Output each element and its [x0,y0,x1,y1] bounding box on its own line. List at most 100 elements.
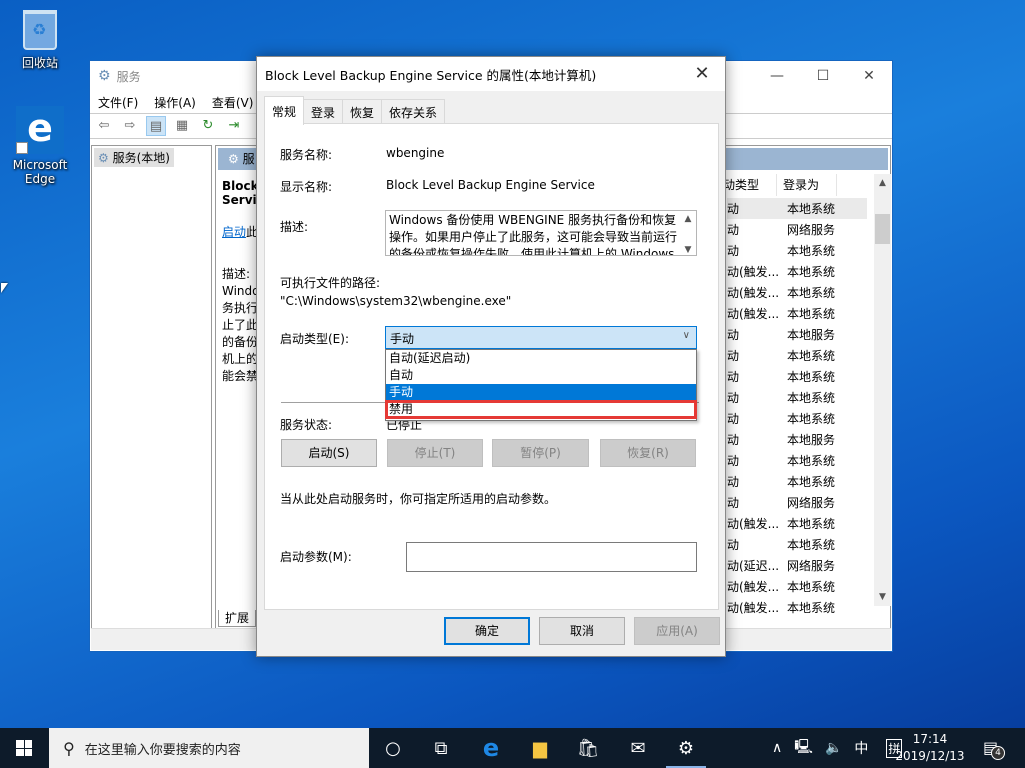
service-row[interactable]: 动 本地系统 [727,387,867,408]
row-logon-as: 本地系统 [787,307,836,321]
pause-button[interactable]: 暂停(P) [492,439,589,467]
desktop-icon-recycle-bin[interactable]: 回收站 [5,10,75,71]
row-startup-type: 动 [727,244,740,258]
option-auto-delayed[interactable]: 自动(延迟启动) [386,350,696,367]
scroll-up-icon[interactable]: ▲ [680,211,696,228]
list-scrollbar[interactable]: ▲ ▼ [874,174,891,606]
service-row[interactable]: 动 本地系统 [727,240,867,261]
pane-desc-label: 描述: [222,267,251,281]
scroll-up-icon[interactable]: ▲ [874,178,891,188]
service-row[interactable]: 动(触发... 本地系统 [727,261,867,282]
service-row[interactable]: 动(延迟... 网络服务 [727,555,867,576]
console-tree: ⚙ 服务(本地) [91,145,212,629]
scroll-down-icon[interactable]: ▼ [680,242,696,255]
row-logon-as: 网络服务 [787,496,836,510]
service-row[interactable]: 动 本地系统 [727,534,867,555]
service-row[interactable]: 动(触发... 本地系统 [727,513,867,534]
network-icon[interactable]: 🖳 [794,736,813,760]
stop-button[interactable]: 停止(T) [387,439,483,467]
option-disabled[interactable]: 禁用 [385,400,697,419]
dialog-close-button[interactable]: ✕ [685,59,719,89]
mail-icon[interactable]: ✉ [614,728,662,768]
task-view-icon[interactable]: ⧉ [417,728,465,768]
service-row[interactable]: 动 本地系统 [727,471,867,492]
row-logon-as: 本地系统 [787,202,836,216]
chevron-down-icon: ∨ [682,330,690,341]
display-name-label: 显示名称: [280,180,333,194]
pane-desc-line: 机上的 [222,352,259,366]
start-button[interactable]: 启动(S) [281,439,377,467]
apply-button[interactable]: 应用(A) [634,617,720,645]
service-name-label: 服务名称: [280,148,333,162]
refresh-icon[interactable]: ↻ [198,116,218,136]
service-row[interactable]: 动(触发... 本地系统 [727,282,867,303]
clock[interactable]: 17:14 2019/12/13 [895,731,965,765]
maximize-button[interactable]: ☐ [800,61,846,91]
menu-action[interactable]: 操作(A) [154,94,196,111]
edge-taskbar-icon[interactable]: e [467,728,515,768]
export-list-icon[interactable]: ⇥ [224,116,244,136]
store-icon[interactable]: 🛍 [564,728,612,768]
tab-general[interactable]: 常规 [264,96,305,125]
start-params-hint: 当从此处启动服务时，你可指定所适用的启动参数。 [280,492,557,506]
scroll-thumb[interactable] [875,214,890,244]
description-textbox[interactable]: Windows 备份使用 WBENGINE 服务执行备份和恢复操作。如果用户停止… [385,210,697,256]
menu-file[interactable]: 文件(F) [98,94,138,111]
service-name-value: wbengine [386,146,445,160]
tab-logon[interactable]: 登录 [303,99,344,125]
volume-icon[interactable]: 🔈 [825,740,842,756]
close-button[interactable]: ✕ [846,61,892,91]
show-hide-console-tree-icon[interactable]: ▤ [146,116,166,136]
services-taskbar-icon[interactable]: ⚙ [662,728,710,768]
option-manual[interactable]: 手动 [386,384,696,401]
file-explorer-icon[interactable]: ▆ [516,728,564,768]
action-center-icon[interactable]: ▤ 4 [983,738,1005,760]
service-row[interactable]: 动(触发... 本地系统 [727,597,867,618]
start-params-input[interactable] [406,542,697,572]
properties-dialog: Block Level Backup Engine Service 的属性(本地… [256,56,726,657]
minimize-button[interactable]: — [754,61,800,91]
desktop-icon-edge[interactable]: e Microsoft Edge [5,106,75,186]
scroll-down-icon[interactable]: ▼ [874,592,891,602]
row-startup-type: 动 [727,349,740,363]
clock-date: 2019/12/13 [895,749,965,763]
taskbar-search[interactable]: ⚲ 在这里输入你要搜索的内容 [49,728,369,768]
tab-extended[interactable]: 扩展 [218,610,257,627]
row-logon-as: 本地系统 [787,517,836,531]
ok-button[interactable]: 确定 [444,617,530,645]
description-scrollbar[interactable]: ▲ ▼ [680,211,696,255]
back-arrow-icon[interactable]: ⇦ [94,116,114,136]
properties-icon[interactable]: ▦ [172,116,192,136]
service-row[interactable]: 动 本地系统 [727,450,867,471]
option-auto[interactable]: 自动 [386,367,696,384]
service-row[interactable]: 动 本地系统 [727,198,867,219]
service-row[interactable]: 动 本地服务 [727,429,867,450]
service-row[interactable]: 动 网络服务 [727,219,867,240]
column-logon-as[interactable]: 登录为 [777,174,837,196]
service-row[interactable]: 动 本地系统 [727,366,867,387]
tab-dependencies[interactable]: 依存关系 [381,99,446,125]
resume-button[interactable]: 恢复(R) [600,439,696,467]
pane-desc-line: 能会禁 [222,369,259,383]
start-service-link[interactable]: 启动 [222,225,246,239]
menu-view[interactable]: 查看(V) [212,94,254,111]
service-row[interactable]: 动 本地服务 [727,324,867,345]
service-row[interactable]: 动 本地系统 [727,345,867,366]
column-startup-type[interactable]: 动类型 [717,174,777,196]
path-label: 可执行文件的路径: [280,276,381,290]
row-logon-as: 本地系统 [787,265,836,279]
startup-type-select[interactable]: 手动 ∨ [385,326,697,349]
service-row[interactable]: 动 网络服务 [727,492,867,513]
tree-item-services-local[interactable]: ⚙ 服务(本地) [94,148,174,167]
cancel-button[interactable]: 取消 [539,617,625,645]
cortana-icon[interactable]: ○ [369,728,417,768]
panel-header-text: 服 [242,152,255,166]
ime-indicator[interactable]: 中 [854,738,868,758]
service-row[interactable]: 动(触发... 本地系统 [727,303,867,324]
service-row[interactable]: 动(触发... 本地系统 [727,576,867,597]
show-hidden-icons-chevron-icon[interactable]: ∧ [772,740,782,756]
service-row[interactable]: 动 本地系统 [727,408,867,429]
tab-recovery[interactable]: 恢复 [342,99,383,125]
forward-arrow-icon[interactable]: ⇨ [120,116,140,136]
start-button[interactable] [0,728,48,768]
